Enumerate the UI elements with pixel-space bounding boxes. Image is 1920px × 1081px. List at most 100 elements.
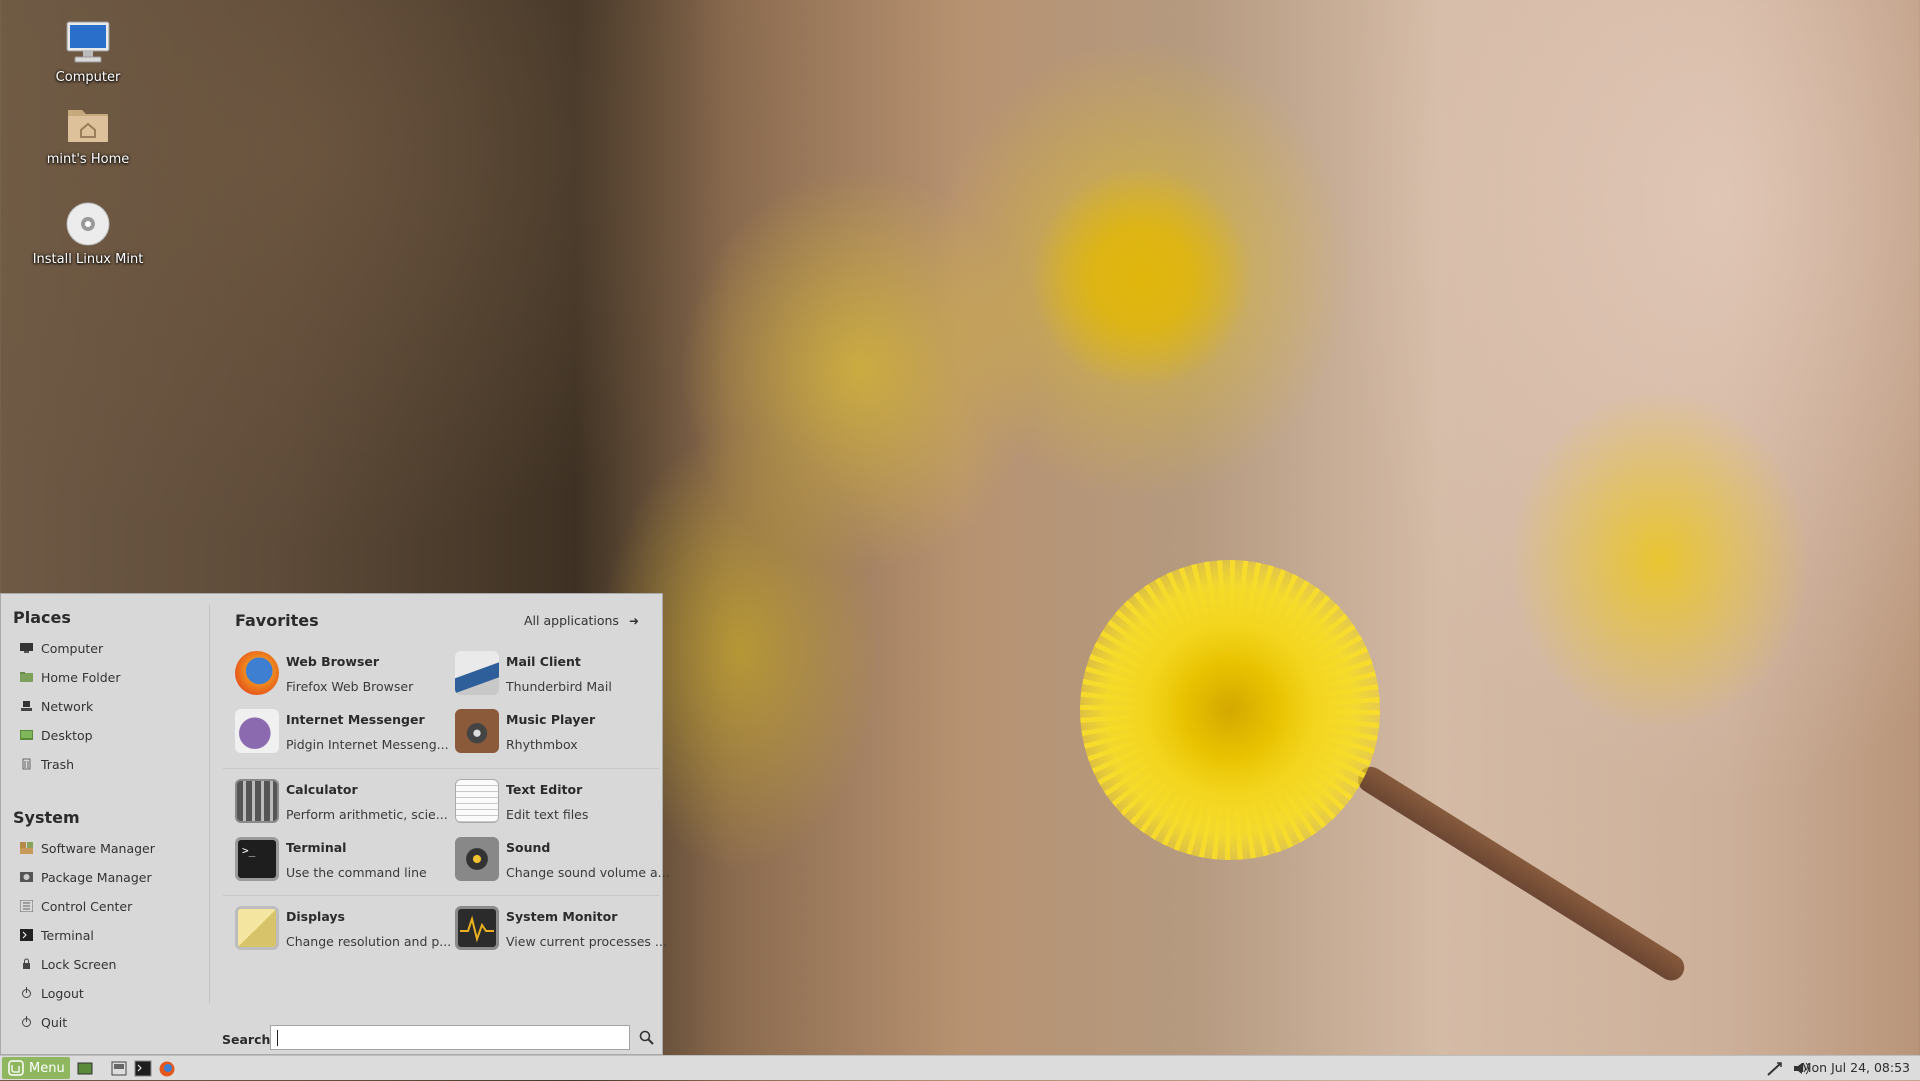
app-name: Displays bbox=[286, 909, 345, 924]
desktop-icon-computer[interactable]: Computer bbox=[18, 18, 158, 85]
control-center-icon bbox=[19, 899, 34, 913]
places-item-label: Home Folder bbox=[41, 669, 121, 685]
desktop-icon-label: mint's Home bbox=[46, 152, 130, 167]
desktop-icon-label: Computer bbox=[55, 70, 121, 85]
desktop-icon-install[interactable]: Install Linux Mint bbox=[18, 200, 158, 267]
favorites-separator bbox=[223, 768, 659, 769]
package-manager-icon bbox=[20, 871, 33, 883]
system-item-label: Control Center bbox=[41, 898, 133, 914]
app-name: Music Player bbox=[506, 712, 596, 727]
app-name: Internet Messenger bbox=[286, 712, 425, 727]
system-item-label: Quit bbox=[41, 1014, 68, 1030]
places-item-computer[interactable]: Computer bbox=[20, 637, 103, 659]
lock-icon bbox=[20, 958, 33, 970]
clock[interactable]: Mon Jul 24, 08:53 bbox=[1801, 1060, 1910, 1075]
terminal-icon bbox=[20, 929, 33, 941]
home-folder-icon bbox=[64, 100, 112, 148]
app-text-editor[interactable]: Text Editor Edit text files bbox=[455, 777, 665, 829]
start-menu: Places Computer Home Folder Network Desk… bbox=[0, 593, 670, 1055]
app-mail-client[interactable]: Mail Client Thunderbird Mail bbox=[455, 649, 665, 701]
displays-icon bbox=[235, 906, 279, 950]
home-folder-icon bbox=[20, 671, 33, 683]
places-item-home-folder[interactable]: Home Folder bbox=[20, 666, 121, 688]
app-desc: Edit text files bbox=[506, 807, 589, 822]
power-icon bbox=[20, 1016, 33, 1028]
system-item-control-center[interactable]: Control Center bbox=[19, 895, 133, 917]
app-name: Calculator bbox=[286, 782, 358, 797]
system-item-label: Software Manager bbox=[41, 840, 155, 856]
desktop-icon bbox=[20, 729, 33, 741]
system-item-lock-screen[interactable]: Lock Screen bbox=[20, 953, 116, 975]
disc-icon bbox=[64, 200, 112, 248]
system-item-label: Lock Screen bbox=[41, 956, 117, 972]
app-sound[interactable]: Sound Change sound volume a... bbox=[455, 835, 670, 887]
menu-left-pane: Places Computer Home Folder Network Desk… bbox=[1, 594, 209, 1054]
app-desc: Pidgin Internet Messeng... bbox=[286, 737, 449, 752]
system-item-terminal[interactable]: Terminal bbox=[20, 924, 94, 946]
wallpaper-stem bbox=[1353, 761, 1690, 986]
wallpaper-dandelion bbox=[1080, 560, 1380, 860]
speaker-icon bbox=[455, 709, 499, 753]
thunderbird-icon bbox=[455, 651, 499, 695]
app-name: Terminal bbox=[286, 840, 347, 855]
taskbar: Menu Mon Jul 24, 08:53 bbox=[0, 1055, 1920, 1080]
desktop-icon-home[interactable]: mint's Home bbox=[18, 100, 158, 167]
system-title: System bbox=[13, 808, 80, 827]
system-item-quit[interactable]: Quit bbox=[20, 1011, 67, 1033]
places-item-label: Network bbox=[41, 698, 94, 714]
mint-logo-icon bbox=[8, 1060, 24, 1076]
places-title: Places bbox=[13, 608, 71, 627]
menu-divider bbox=[209, 604, 210, 1004]
favorites-title: Favorites bbox=[235, 611, 319, 630]
app-web-browser[interactable]: Web Browser Firefox Web Browser bbox=[235, 649, 445, 701]
system-item-package-manager[interactable]: Package Manager bbox=[20, 866, 152, 888]
show-desktop-icon[interactable] bbox=[76, 1060, 94, 1077]
app-desc: Firefox Web Browser bbox=[286, 679, 414, 694]
search-input[interactable] bbox=[270, 1025, 630, 1050]
app-internet-messenger[interactable]: Internet Messenger Pidgin Internet Messe… bbox=[235, 707, 449, 759]
system-item-label: Terminal bbox=[41, 927, 94, 943]
app-displays[interactable]: Displays Change resolution and p... bbox=[235, 904, 451, 956]
places-item-label: Desktop bbox=[41, 727, 93, 743]
app-name: Mail Client bbox=[506, 654, 581, 669]
system-item-software-manager[interactable]: Software Manager bbox=[20, 837, 155, 859]
search-icon[interactable] bbox=[638, 1029, 656, 1047]
firefox-icon bbox=[235, 651, 279, 695]
search-label: Search: bbox=[222, 1032, 276, 1047]
all-applications-button[interactable]: All applications ➜ bbox=[524, 613, 639, 628]
places-item-label: Computer bbox=[41, 640, 104, 656]
file-manager-icon[interactable] bbox=[110, 1060, 128, 1077]
places-item-desktop[interactable]: Desktop bbox=[20, 724, 93, 746]
app-name: Web Browser bbox=[286, 654, 380, 669]
app-terminal[interactable]: >_ Terminal Use the command line bbox=[235, 835, 445, 887]
sound-icon bbox=[455, 837, 499, 881]
firefox-icon[interactable] bbox=[158, 1060, 176, 1077]
app-desc: Thunderbird Mail bbox=[506, 679, 612, 694]
logout-icon bbox=[20, 987, 33, 999]
favorites-separator bbox=[223, 895, 659, 896]
software-manager-icon bbox=[20, 842, 33, 854]
places-item-network[interactable]: Network bbox=[20, 695, 93, 717]
app-desc: Perform arithmetic, scie... bbox=[286, 807, 448, 822]
system-item-logout[interactable]: Logout bbox=[20, 982, 84, 1004]
arrow-right-icon: ➜ bbox=[628, 613, 639, 628]
app-name: Sound bbox=[506, 840, 551, 855]
computer-icon bbox=[20, 642, 33, 654]
app-music-player[interactable]: Music Player Rhythmbox bbox=[455, 707, 665, 759]
menu-button[interactable]: Menu bbox=[2, 1057, 70, 1079]
system-item-label: Logout bbox=[41, 985, 84, 1001]
app-name: System Monitor bbox=[506, 909, 618, 924]
network-icon bbox=[20, 700, 33, 712]
network-icon[interactable] bbox=[1766, 1060, 1784, 1077]
menu-button-label: Menu bbox=[29, 1060, 65, 1076]
calculator-icon bbox=[235, 779, 279, 823]
pidgin-icon bbox=[235, 709, 279, 753]
app-system-monitor[interactable]: System Monitor View current processes ..… bbox=[455, 904, 667, 956]
text-editor-icon bbox=[455, 779, 499, 823]
app-calculator[interactable]: Calculator Perform arithmetic, scie... bbox=[235, 777, 448, 829]
system-item-label: Package Manager bbox=[41, 869, 152, 885]
app-desc: Use the command line bbox=[286, 865, 427, 880]
app-desc: View current processes ... bbox=[506, 934, 667, 949]
places-item-trash[interactable]: Trash bbox=[20, 753, 74, 775]
terminal-icon[interactable] bbox=[134, 1060, 152, 1077]
